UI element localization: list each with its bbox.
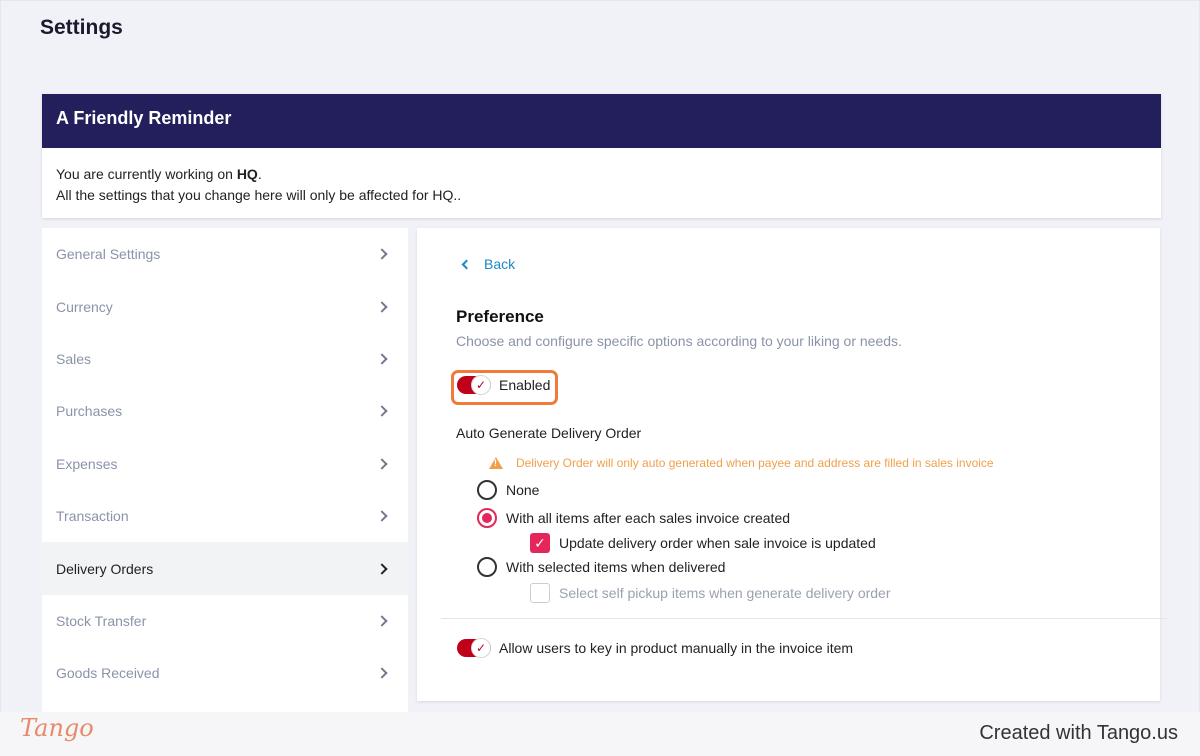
manual-entry-toggle[interactable]: ✓: [457, 638, 491, 658]
reminder-line-1: You are currently working on HQ.: [56, 164, 1147, 185]
sidebar-item-sales[interactable]: Sales: [42, 333, 408, 385]
check-icon: ✓: [471, 375, 491, 395]
radio-none[interactable]: [477, 480, 497, 500]
option-none[interactable]: None: [477, 480, 539, 500]
option-update-on-invoice-label: Update delivery order when sale invoice …: [559, 535, 876, 551]
auto-generate-label: Auto Generate Delivery Order: [456, 425, 642, 441]
reminder-branch: HQ: [236, 166, 258, 182]
enabled-label: Enabled: [499, 377, 551, 393]
sidebar-item-label: General Settings: [56, 246, 161, 263]
sidebar-item-goods-received[interactable]: Goods Received: [42, 647, 408, 699]
option-all-items[interactable]: With all items after each sales invoice …: [477, 508, 790, 528]
page-title: Settings: [40, 16, 123, 39]
reminder-line-2: All the settings that you change here wi…: [56, 187, 462, 203]
chevron-right-icon: [376, 458, 388, 470]
sidebar-item-label: Purchases: [56, 403, 123, 420]
reminder-line1-prefix: You are currently working on: [56, 166, 237, 182]
sidebar-item-currency[interactable]: Currency: [42, 280, 408, 332]
option-update-on-invoice[interactable]: ✓ Update delivery order when sale invoic…: [530, 533, 876, 553]
chevron-right-icon: [376, 300, 388, 313]
option-self-pickup[interactable]: Select self pickup items when generate d…: [530, 583, 891, 603]
section-title: Preference: [456, 307, 544, 326]
radio-selected-items[interactable]: [477, 557, 497, 577]
check-icon: ✓: [471, 638, 491, 658]
settings-sidebar: General Settings Currency Sales Purchase…: [42, 228, 408, 712]
reminder-body: You are currently working on HQ. All the…: [42, 148, 1161, 222]
manual-entry-toggle-row: ✓ Allow users to key in product manually…: [457, 638, 854, 658]
chevron-right-icon: [376, 615, 388, 627]
preference-panel: Back Preference Choose and configure spe…: [417, 228, 1167, 701]
warning-message: Delivery Order will only auto generated …: [489, 456, 994, 470]
reminder-line1-suffix: .: [257, 166, 262, 182]
sidebar-item-purchases[interactable]: Purchases: [42, 385, 408, 437]
sidebar-item-label: Delivery Orders: [56, 560, 154, 577]
reminder-title: A Friendly Reminder: [42, 94, 1161, 148]
sidebar-item-label: Sales: [56, 350, 92, 367]
sidebar-item-label: Transaction: [56, 508, 129, 525]
manual-entry-label: Allow users to key in product manually i…: [499, 640, 854, 656]
enabled-toggle-row: ✓ Enabled: [457, 375, 551, 395]
option-selected-items[interactable]: With selected items when delivered: [477, 557, 725, 577]
footer: Tango Created with Tango.us: [0, 712, 1200, 756]
warning-text: Delivery Order will only auto generated …: [516, 456, 994, 470]
option-none-label: None: [506, 482, 540, 498]
sidebar-item-label: Goods Received: [56, 665, 160, 682]
sidebar-item-general-settings[interactable]: General Settings: [42, 228, 408, 280]
option-self-pickup-label: Select self pickup items when generate d…: [559, 585, 891, 601]
checkbox-update-on-invoice[interactable]: ✓: [530, 533, 550, 553]
chevron-right-icon: [376, 353, 388, 365]
divider: [441, 618, 1167, 619]
chevron-right-icon: [376, 248, 388, 260]
chevron-left-icon: [461, 259, 472, 270]
created-with-text: Created with Tango.us: [979, 722, 1178, 744]
checkbox-self-pickup[interactable]: [530, 583, 550, 603]
radio-all-items[interactable]: [477, 508, 497, 528]
sidebar-item-label: Currency: [56, 298, 113, 315]
chevron-right-icon: [376, 405, 388, 418]
option-all-items-label: With all items after each sales invoice …: [506, 510, 791, 526]
option-selected-items-label: With selected items when delivered: [506, 559, 726, 575]
sidebar-item-delivery-orders[interactable]: Delivery Orders: [42, 542, 408, 595]
chevron-right-icon: [376, 510, 388, 522]
section-description: Choose and configure specific options ac…: [456, 333, 902, 349]
warning-icon: [489, 457, 503, 469]
chevron-right-icon: [376, 667, 388, 679]
back-link[interactable]: Back: [461, 256, 516, 272]
sidebar-item-transaction[interactable]: Transaction: [42, 490, 408, 542]
back-label: Back: [484, 256, 516, 272]
enabled-toggle[interactable]: ✓: [457, 375, 491, 395]
sidebar-item-stock-transfer[interactable]: Stock Transfer: [42, 595, 408, 647]
chevron-right-icon: [376, 562, 388, 575]
sidebar-item-label: Expenses: [56, 455, 118, 472]
reminder-card: A Friendly Reminder You are currently wo…: [42, 94, 1161, 218]
tango-logo: Tango: [20, 714, 94, 742]
sidebar-item-label: Stock Transfer: [56, 612, 147, 629]
sidebar-item-expenses[interactable]: Expenses: [42, 438, 408, 490]
